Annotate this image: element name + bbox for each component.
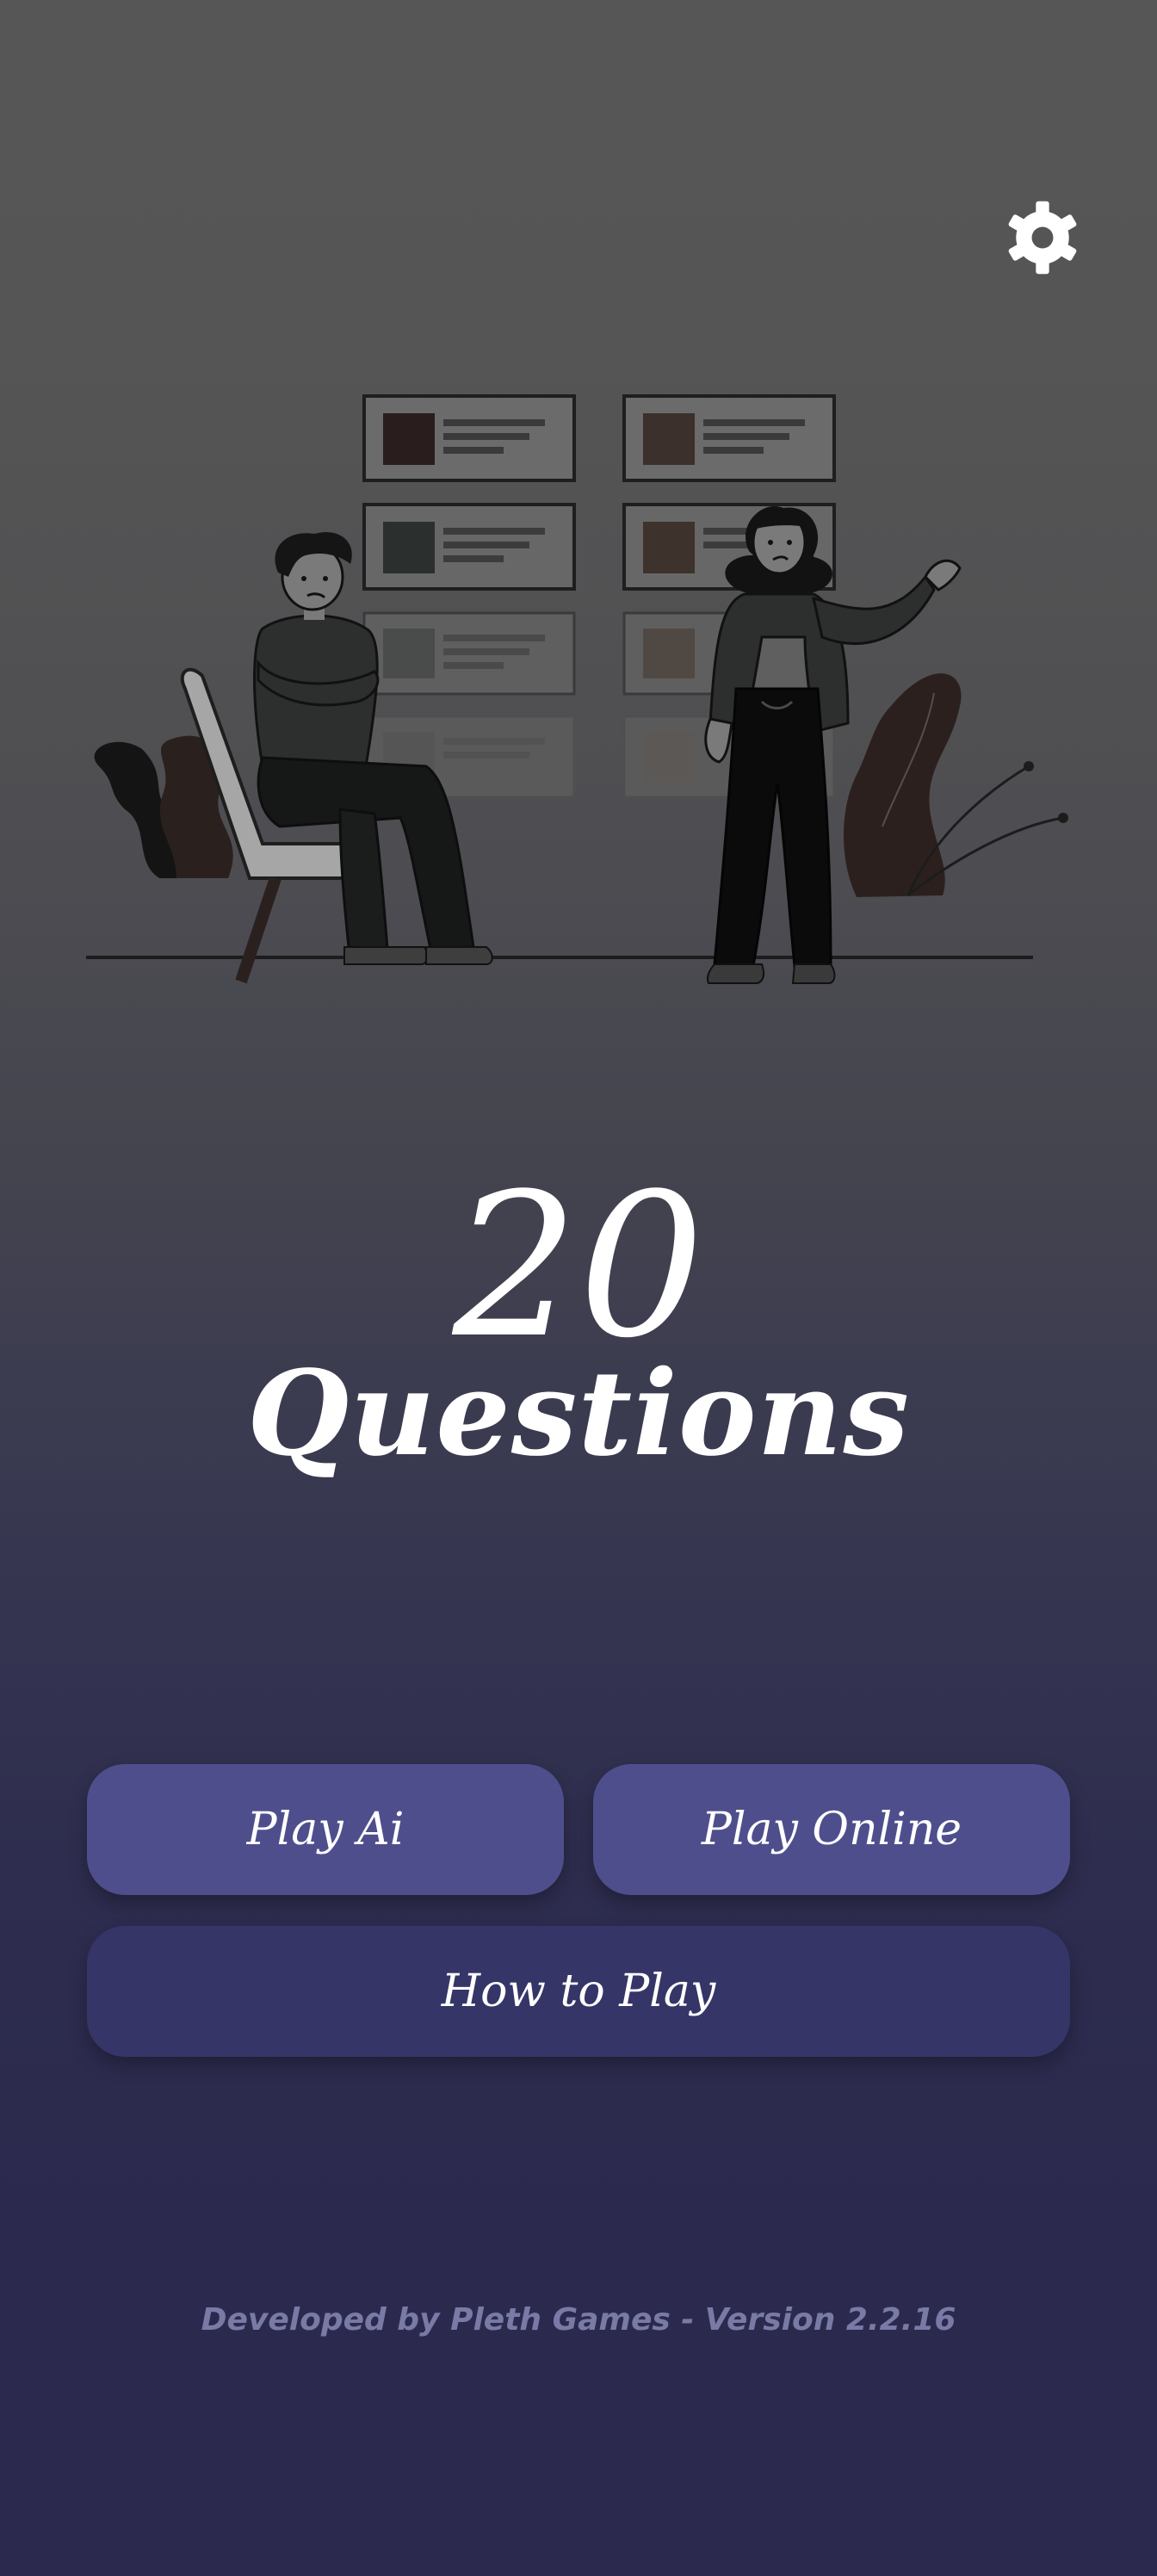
title-text: Questions <box>246 1345 911 1483</box>
right-plant <box>844 673 1068 897</box>
title-number: 20 <box>452 1158 705 1356</box>
how-to-play-button[interactable]: How to Play <box>87 1926 1070 2057</box>
gear-icon <box>1008 201 1077 275</box>
play-ai-button[interactable]: Play Ai <box>87 1764 564 1895</box>
title-number-text: 20 <box>452 1158 705 1356</box>
footer-credit: Developed by Pleth Games - Version 2.2.1… <box>201 2302 956 2338</box>
hero-illustration <box>86 394 1068 984</box>
play-online-button[interactable]: Play Online <box>593 1764 1070 1895</box>
how-to-play-label: How to Play <box>441 1966 716 2017</box>
settings-button[interactable] <box>1001 196 1084 279</box>
play-online-label: Play Online <box>701 1804 962 1855</box>
play-ai-label: Play Ai <box>246 1804 405 1855</box>
